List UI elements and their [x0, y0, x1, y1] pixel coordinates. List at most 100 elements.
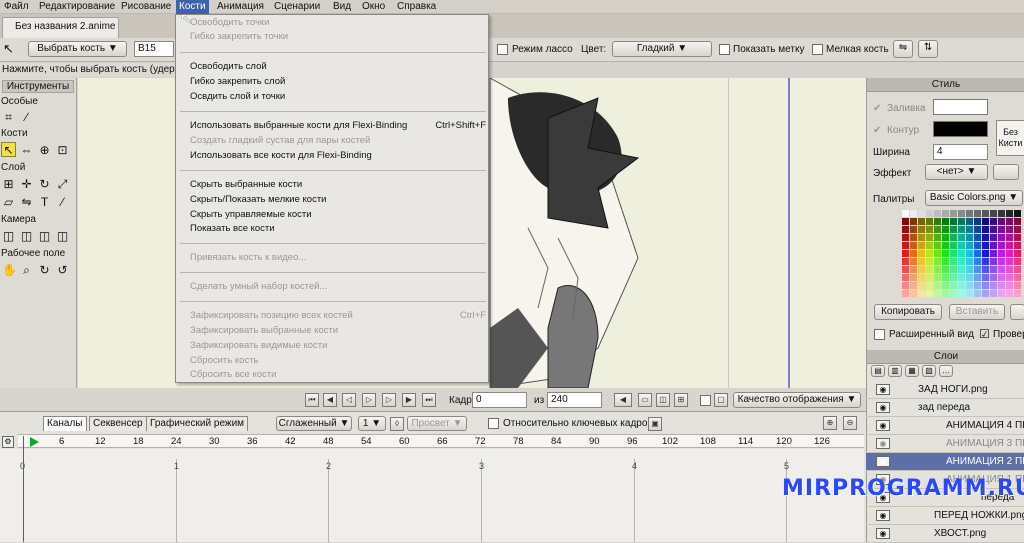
menu-item-use-all-flexi[interactable]: Использовать все кости для Flexi-Binding — [190, 150, 372, 161]
play-icon[interactable]: ▷ — [362, 393, 376, 407]
layer-row[interactable]: ◉ АНИМАЦИЯ 4 ПЕ — [866, 417, 1024, 435]
palette-swatch[interactable] — [982, 290, 989, 297]
palette-swatch[interactable] — [990, 290, 997, 297]
palette-swatch[interactable] — [982, 266, 989, 273]
volume-icon[interactable]: ◀ — [614, 393, 632, 407]
menu-window[interactable]: Окно — [359, 0, 388, 14]
palette-swatch[interactable] — [990, 242, 997, 249]
palette-swatch[interactable] — [990, 258, 997, 265]
palette-swatch[interactable] — [1014, 250, 1021, 257]
menu-view[interactable]: Вид — [330, 0, 354, 14]
palette-swatch[interactable] — [982, 274, 989, 281]
view-quad-icon[interactable]: ⊞ — [674, 393, 688, 407]
palette-swatch[interactable] — [926, 274, 933, 281]
hand-icon[interactable]: ✋ — [1, 262, 17, 277]
visibility-eye-icon[interactable]: ◉ — [876, 528, 890, 539]
palette-swatch[interactable] — [942, 266, 949, 273]
palette-swatch[interactable] — [982, 234, 989, 241]
palette-swatch[interactable] — [902, 218, 909, 225]
palette-swatch[interactable] — [958, 218, 965, 225]
menu-item-release-points[interactable]: Освободить точки — [190, 17, 269, 28]
new-layer-icon[interactable]: ▤ — [871, 365, 885, 377]
menu-item-smooth-joint[interactable]: Создать гладкий сустав для пары костей — [190, 135, 370, 146]
palette-swatch[interactable] — [998, 242, 1005, 249]
palette-swatch[interactable] — [942, 258, 949, 265]
palette-swatch[interactable] — [910, 266, 917, 273]
palette-swatch[interactable] — [1006, 226, 1013, 233]
scale-layer-icon[interactable]: ⤢ — [55, 176, 70, 191]
palette-swatch[interactable] — [974, 242, 981, 249]
palette-swatch[interactable] — [902, 250, 909, 257]
palette-swatch[interactable] — [910, 234, 917, 241]
menu-item-smart-bones[interactable]: Сделать умный набор костей... — [190, 281, 327, 292]
menu-file[interactable]: Файл — [1, 0, 32, 14]
palette-swatch[interactable] — [974, 250, 981, 257]
width-field[interactable]: 4 — [933, 144, 988, 160]
document-tab[interactable]: Без названия 2.anime — [2, 17, 119, 38]
paste-button[interactable]: Вставить — [949, 304, 1005, 320]
palette-swatch[interactable] — [1006, 282, 1013, 289]
select-bone-icon[interactable]: ↖ — [1, 142, 16, 157]
first-frame-icon[interactable]: ⏮ — [305, 393, 319, 407]
last-frame-icon[interactable]: ⏭ — [422, 393, 436, 407]
palette-swatch[interactable] — [918, 210, 925, 217]
palette-swatch[interactable] — [934, 250, 941, 257]
palette-swatch[interactable] — [902, 266, 909, 273]
palette-swatch[interactable] — [902, 234, 909, 241]
next-key-icon[interactable]: ▶ — [402, 393, 416, 407]
step-dropdown[interactable]: 1 ▼ — [358, 416, 386, 431]
palette-swatch[interactable] — [982, 250, 989, 257]
palette-swatch[interactable] — [910, 210, 917, 217]
stroke-checkbox-icon[interactable]: ✔ — [873, 125, 881, 136]
palette-swatch[interactable] — [1014, 258, 1021, 265]
camera-zoom-icon[interactable]: ◫ — [19, 228, 34, 243]
palette-swatch[interactable] — [926, 226, 933, 233]
visibility-eye-icon[interactable]: ◉ — [876, 510, 890, 521]
palette-swatch[interactable] — [1006, 242, 1013, 249]
palette-swatch[interactable] — [942, 282, 949, 289]
palette-swatch[interactable] — [926, 242, 933, 249]
palette-swatch[interactable] — [974, 290, 981, 297]
palette-swatch[interactable] — [958, 290, 965, 297]
palette-swatch[interactable] — [910, 218, 917, 225]
bone-name-field[interactable]: B15 — [134, 41, 174, 57]
layer-row-selected[interactable]: ◉ АНИМАЦИЯ 2 ПЕ — [866, 453, 1024, 471]
set-origin-icon[interactable]: ⊞ — [1, 176, 16, 191]
palette-swatch[interactable] — [902, 274, 909, 281]
palette-swatch[interactable] — [1014, 282, 1021, 289]
palette-swatch[interactable] — [950, 210, 957, 217]
palette-swatch[interactable] — [966, 266, 973, 273]
palette-swatch[interactable] — [990, 226, 997, 233]
palette-swatch[interactable] — [934, 234, 941, 241]
menu-item-reset-bone[interactable]: Сбросить кость — [190, 355, 258, 366]
palette-swatch[interactable] — [974, 258, 981, 265]
palette-swatch[interactable] — [982, 218, 989, 225]
copy-button[interactable]: Копировать — [874, 304, 942, 320]
palette-swatch[interactable] — [910, 258, 917, 265]
frame-icon[interactable]: ▢ — [714, 393, 728, 407]
stroke-swatch[interactable] — [933, 121, 988, 137]
layer-row[interactable]: ◉ ХВОСТ.png — [866, 525, 1024, 543]
extended-view-checkbox[interactable] — [874, 329, 885, 340]
palette-swatch[interactable] — [950, 250, 957, 257]
palette-swatch[interactable] — [990, 210, 997, 217]
palette-swatch[interactable] — [942, 234, 949, 241]
palette-swatch[interactable] — [974, 282, 981, 289]
palette-swatch[interactable] — [998, 210, 1005, 217]
menu-item-lock-visible[interactable]: Зафиксировать видимые кости — [190, 340, 327, 351]
palette-swatch[interactable] — [958, 242, 965, 249]
palette-swatch[interactable] — [1006, 234, 1013, 241]
palette-swatch[interactable] — [934, 266, 941, 273]
palette-swatch[interactable] — [982, 210, 989, 217]
add-bone-icon[interactable]: ⊕ — [37, 142, 52, 157]
palette-swatch[interactable] — [1014, 218, 1021, 225]
menu-item-toggle-small[interactable]: Скрыть/Показать мелкие кости — [190, 194, 326, 205]
palette-swatch[interactable] — [934, 282, 941, 289]
palette-swatch[interactable] — [918, 226, 925, 233]
visibility-eye-icon[interactable]: ◉ — [876, 402, 890, 413]
palette-swatch[interactable] — [998, 258, 1005, 265]
tab-sequencer[interactable]: Секвенсер — [89, 416, 147, 431]
palette-swatch[interactable] — [950, 266, 957, 273]
effect-dropdown[interactable]: <нет> ▼ — [925, 164, 988, 180]
palette-dropdown[interactable]: Basic Colors.png ▼ — [925, 190, 1023, 206]
